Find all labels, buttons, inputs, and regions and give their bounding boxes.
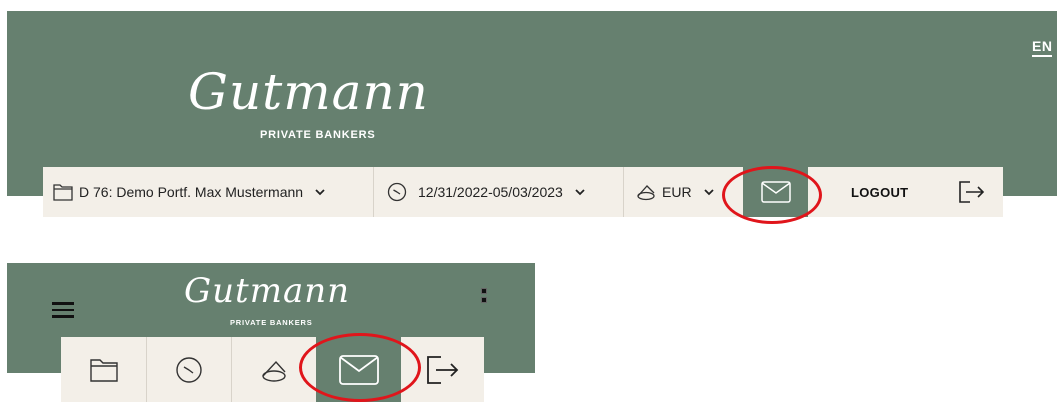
date-range-button[interactable]: [147, 337, 231, 402]
currency-selector[interactable]: EUR: [636, 167, 736, 217]
menu-icon[interactable]: [52, 302, 74, 318]
folder-icon: [53, 184, 73, 201]
highlight-ring: [299, 333, 421, 402]
chevron-down-icon: [703, 188, 714, 195]
logout-label: LOGOUT: [851, 184, 909, 200]
divider: [373, 167, 374, 217]
coins-icon: [262, 360, 286, 382]
clock-icon: [176, 356, 202, 383]
logout-icon: [426, 355, 458, 384]
portfolio-label: D 76: Demo Portf. Max Mustermann: [79, 184, 304, 200]
logo-subtitle: PRIVATE BANKERS: [260, 129, 376, 141]
coins-icon: [637, 185, 655, 201]
logout-icon: [959, 181, 985, 203]
more-icon[interactable]: [481, 288, 487, 312]
portfolio-selector[interactable]: D 76: Demo Portf. Max Mustermann: [53, 167, 368, 217]
logout-button[interactable]: LOGOUT: [851, 167, 931, 217]
chevron-down-icon: [575, 188, 585, 195]
logo-script: Gutmann: [188, 63, 429, 121]
date-range-label: 12/31/2022-05/03/2023: [418, 184, 563, 200]
clock-icon: [387, 182, 407, 202]
divider: [623, 167, 624, 217]
language-switch[interactable]: EN: [1032, 39, 1053, 57]
chevron-down-icon: [315, 188, 325, 195]
folder-icon: [89, 358, 118, 382]
logo-script: Gutmann: [184, 271, 351, 311]
currency-label: EUR: [662, 184, 692, 200]
desktop-toolbar: D 76: Demo Portf. Max Mustermann 12/31/2…: [43, 167, 1003, 217]
highlight-ring: [722, 166, 822, 224]
date-range-selector[interactable]: 12/31/2022-05/03/2023: [387, 167, 617, 217]
logo-subtitle: PRIVATE BANKERS: [230, 318, 313, 327]
portfolio-button[interactable]: [61, 337, 146, 402]
logout-icon-button[interactable]: [958, 167, 988, 217]
